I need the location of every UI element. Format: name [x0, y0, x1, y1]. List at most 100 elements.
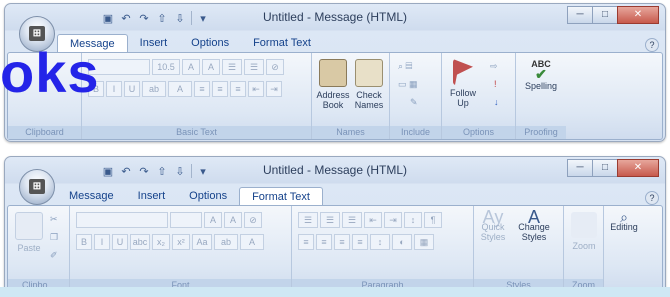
- font-name-box[interactable]: [76, 212, 168, 228]
- decrease-indent-icon[interactable]: ⇤: [364, 212, 382, 228]
- font-size-box[interactable]: [170, 212, 202, 228]
- align-right-icon[interactable]: ≡: [334, 234, 350, 250]
- group-names: Address Book Check Names Names: [312, 53, 390, 139]
- check-names-icon: [355, 59, 383, 87]
- font-size-box[interactable]: 10.5: [152, 59, 180, 75]
- attach-file-icon[interactable]: ⌕ ▤: [398, 61, 412, 72]
- grow-font-icon[interactable]: A: [182, 59, 200, 75]
- increase-indent-icon[interactable]: ⇥: [384, 212, 402, 228]
- bullets-icon[interactable]: ☰: [222, 59, 242, 75]
- attach-item-icon[interactable]: ▭ ▦: [398, 79, 418, 90]
- minimize-button[interactable]: ─: [567, 159, 593, 177]
- numbering-icon[interactable]: ☰: [320, 212, 340, 228]
- tab-insert[interactable]: Insert: [126, 187, 178, 207]
- quick-styles-label-1: Quick: [481, 222, 505, 232]
- multilevel-list-icon[interactable]: ☰: [342, 212, 362, 228]
- subscript-icon[interactable]: x₂: [152, 234, 170, 250]
- shrink-font-icon[interactable]: A: [224, 212, 242, 228]
- change-case-icon[interactable]: Aa: [192, 234, 212, 250]
- group-zoom: Zoom Zoom: [564, 206, 604, 292]
- group-basic-text: 10.5 A A ☰ ☰ ⊘ B I U ab A ≡ ≡ ≡ ⇤ ⇥ Basi…: [82, 53, 312, 139]
- group-styles: Ay Quick Styles A Change Styles Styles: [474, 206, 564, 292]
- tab-message[interactable]: Message: [57, 187, 126, 207]
- follow-up-button[interactable]: Follow Up: [446, 59, 480, 108]
- change-styles-button[interactable]: A Change Styles: [514, 208, 554, 242]
- bold-icon[interactable]: B: [76, 234, 92, 250]
- highlight-icon[interactable]: ab: [214, 234, 238, 250]
- spelling-button[interactable]: ABC ✔ Spelling: [520, 59, 562, 91]
- abc-check-icon: ABC ✔: [531, 59, 551, 82]
- numbering-icon[interactable]: ☰: [244, 59, 264, 75]
- editing-button[interactable]: ⌕ Editing: [606, 210, 642, 232]
- group-clipboard: Paste ✂ ❐ ✐ Clipbo...: [8, 206, 70, 292]
- format-row: B I U abc x₂ x² Aa ab A: [76, 234, 264, 250]
- group-label-options: Options: [442, 126, 515, 139]
- underline-icon[interactable]: U: [124, 81, 140, 97]
- highlight-icon[interactable]: ab: [142, 81, 166, 97]
- grow-font-icon[interactable]: A: [204, 212, 222, 228]
- font-row: A A ⊘: [76, 212, 262, 228]
- window-title: Untitled - Message (HTML): [262, 10, 408, 24]
- sort-icon[interactable]: ↕: [404, 212, 422, 228]
- office-button[interactable]: ⊞: [19, 169, 55, 205]
- help-icon[interactable]: ?: [645, 191, 659, 205]
- high-importance-icon[interactable]: !: [494, 79, 497, 89]
- clear-format-icon[interactable]: ⊘: [244, 212, 262, 228]
- tab-format-text[interactable]: Format Text: [241, 34, 323, 54]
- tab-options[interactable]: Options: [177, 187, 239, 207]
- clear-format-icon[interactable]: ⊘: [266, 59, 284, 75]
- address-book-icon: [319, 59, 347, 87]
- maximize-button[interactable]: □: [592, 159, 618, 177]
- tab-insert[interactable]: Insert: [128, 34, 180, 54]
- address-book-label-1: Address: [316, 90, 350, 100]
- quick-styles-button[interactable]: Ay Quick Styles: [478, 207, 508, 242]
- copy-icon[interactable]: ❐: [50, 232, 58, 243]
- permission-icon[interactable]: ⇨: [490, 61, 498, 72]
- close-button[interactable]: ✕: [617, 6, 659, 24]
- address-book-button[interactable]: Address Book: [316, 59, 350, 110]
- shading-icon[interactable]: ◐: [392, 234, 412, 250]
- align-left-icon[interactable]: ≡: [194, 81, 210, 97]
- decrease-indent-icon[interactable]: ⇤: [248, 81, 264, 97]
- show-hide-icon[interactable]: ¶: [424, 212, 442, 228]
- ribbon-tabs: Message Insert Options Format Text: [57, 187, 323, 207]
- zoom-icon: [571, 212, 597, 238]
- signature-icon[interactable]: ✎: [410, 97, 418, 108]
- borders-icon[interactable]: ▦: [414, 234, 434, 250]
- format-painter-icon[interactable]: ✐: [50, 250, 58, 261]
- italic-icon[interactable]: I: [94, 234, 110, 250]
- align-center-icon[interactable]: ≡: [212, 81, 228, 97]
- group-include: ⌕ ▤ ▭ ▦ ✎ Include: [390, 53, 442, 139]
- justify-icon[interactable]: ≡: [352, 234, 368, 250]
- message-window-bottom: ▣ ↶ ↷ ⇧ ⇩ ▾ Untitled - Message (HTML) ─ …: [4, 156, 666, 295]
- low-importance-icon[interactable]: ↓: [494, 97, 499, 107]
- line-spacing-icon[interactable]: ↕: [370, 234, 390, 250]
- strikethrough-icon[interactable]: abc: [130, 234, 150, 250]
- increase-indent-icon[interactable]: ⇥: [266, 81, 282, 97]
- tab-format-text[interactable]: Format Text: [239, 187, 323, 207]
- align-right-icon[interactable]: ≡: [230, 81, 246, 97]
- quick-styles-label-2: Styles: [480, 232, 506, 242]
- cut-icon[interactable]: ✂: [50, 214, 58, 225]
- quick-styles-icon: Ay: [482, 207, 504, 227]
- maximize-button[interactable]: □: [592, 6, 618, 24]
- italic-icon[interactable]: I: [106, 81, 122, 97]
- group-label-include: Include: [390, 126, 441, 139]
- paste-label: Paste: [17, 243, 41, 253]
- paste-button[interactable]: Paste: [14, 212, 44, 253]
- help-icon[interactable]: ?: [645, 38, 659, 52]
- tab-options[interactable]: Options: [179, 34, 241, 54]
- close-button[interactable]: ✕: [617, 159, 659, 177]
- minimize-button[interactable]: ─: [567, 6, 593, 24]
- font-color-icon[interactable]: A: [240, 234, 264, 250]
- underline-icon[interactable]: U: [112, 234, 128, 250]
- group-font: A A ⊘ B I U abc x₂ x² Aa ab A Font: [70, 206, 292, 292]
- font-color-icon[interactable]: A: [168, 81, 192, 97]
- bullets-icon[interactable]: ☰: [298, 212, 318, 228]
- check-names-button[interactable]: Check Names: [352, 59, 386, 110]
- align-center-icon[interactable]: ≡: [316, 234, 332, 250]
- align-left-icon[interactable]: ≡: [298, 234, 314, 250]
- superscript-icon[interactable]: x²: [172, 234, 190, 250]
- zoom-button[interactable]: Zoom: [568, 212, 600, 251]
- shrink-font-icon[interactable]: A: [202, 59, 220, 75]
